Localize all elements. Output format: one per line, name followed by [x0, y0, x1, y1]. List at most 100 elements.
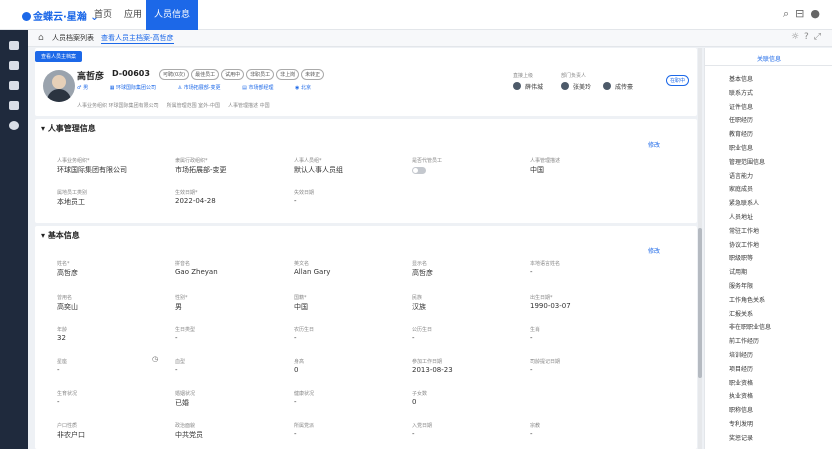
section-title[interactable]: ▾ 人事管理信息 [41, 123, 96, 134]
brand-logo-icon [22, 12, 31, 21]
search-icon[interactable]: ⌕ [783, 7, 795, 20]
related-item[interactable]: 教育经历 [729, 129, 753, 138]
nav-home[interactable]: 首页 [86, 0, 120, 30]
related-item[interactable]: 奖惩记录 [729, 433, 753, 442]
field-label: 人事管理描述 [530, 158, 561, 164]
clock-icon[interactable]: ◷ [152, 355, 158, 363]
hr2-name[interactable]: 成传豪 [615, 82, 633, 91]
related-item[interactable]: 紧急联系人 [729, 198, 759, 207]
field-value: - [530, 430, 533, 438]
related-item[interactable]: 任职经历 [729, 115, 753, 124]
field-value: - [412, 430, 415, 438]
field-value: - [294, 197, 297, 205]
related-item[interactable]: 常驻工作地 [729, 226, 759, 235]
related-item[interactable]: 执业资格 [729, 391, 753, 400]
tab-person-detail[interactable]: 查看人员主档案-高哲彦 [101, 33, 174, 44]
sidebar-settings-icon[interactable] [9, 121, 19, 130]
field-label: 星座 [57, 359, 68, 365]
hr1-name[interactable]: 张美玲 [573, 82, 591, 91]
related-item[interactable]: 协议工作地 [729, 240, 759, 249]
related-item[interactable]: 汇报关系 [729, 309, 753, 318]
field-label: 出生日期* [530, 295, 553, 301]
position-link[interactable]: ▤ 市场部经理 [242, 85, 283, 91]
field-value: Allan Gary [294, 268, 331, 276]
field-value: - [530, 366, 533, 374]
tag: 非职员工 [246, 69, 275, 80]
field-label: 年龄 [57, 327, 68, 333]
fullscreen-icon[interactable]: ⤢ [814, 32, 826, 42]
field-value: - [530, 334, 533, 342]
field-value: 市场拓展部-变更 [175, 166, 227, 174]
field-label: 人事人员组* [294, 158, 322, 164]
related-item[interactable]: 联系方式 [729, 88, 753, 97]
location: ◉ 北京 [295, 85, 312, 91]
sidebar-home-icon[interactable] [9, 41, 19, 50]
field-label: 婚姻状况 [175, 391, 196, 397]
related-item[interactable]: 证件信息 [729, 102, 753, 111]
field-label: 民族 [412, 295, 423, 301]
edit-button[interactable]: 修改 [648, 246, 660, 255]
bulb-icon[interactable]: ☼ [791, 32, 804, 42]
sidebar-app-icon[interactable] [9, 61, 19, 70]
user-avatar-icon[interactable]: ● [810, 7, 826, 20]
field-label: 隶属行政组织* [175, 158, 208, 164]
related-item[interactable]: 职称信息 [729, 405, 753, 414]
nav-apps[interactable]: 应用 [116, 0, 150, 30]
field-label: 健康状况 [294, 391, 315, 397]
related-item[interactable]: 工作角色关系 [729, 295, 765, 304]
scrollbar[interactable] [698, 48, 702, 449]
related-item[interactable]: 专利发明 [729, 419, 753, 428]
company-link[interactable]: ▦ 环球国际集团公司 [110, 85, 166, 91]
field-value: - [175, 334, 178, 342]
managed-toggle[interactable] [412, 167, 426, 174]
field-label: 性别* [175, 295, 188, 301]
related-item[interactable]: 前工作经历 [729, 336, 759, 345]
profile-footer: 人事业务组织 环球国际集团有限公司 所属管理范围 室外-中国 人事管理描述 中国 [77, 103, 270, 109]
field-label: 是否代管员工 [412, 158, 443, 164]
tag: 可聘(0次) [159, 69, 190, 80]
person-tags: 可聘(0次) 最佳员工 试用中 非职员工 非上岗 未转正 [159, 69, 326, 80]
tab-person-list[interactable]: 人员档案列表 [52, 33, 94, 43]
related-item[interactable]: 人员地址 [729, 212, 753, 221]
related-item[interactable]: 服务年限 [729, 281, 753, 290]
related-item[interactable]: 语言能力 [729, 171, 753, 180]
leader-name[interactable]: 薛伟城 [525, 82, 543, 91]
leader-avatar [513, 82, 521, 90]
field-value: - [412, 334, 415, 342]
main-content: 查看人员主档案 高哲彦 D-00603 可聘(0次) 最佳员工 试用中 非职员工 非上岗… [35, 48, 700, 449]
related-item[interactable]: 基本信息 [729, 74, 753, 83]
help-icon[interactable]: ? [804, 32, 814, 42]
related-item[interactable]: 家庭成员 [729, 184, 753, 193]
field-value: 环球国际集团有限公司 [57, 166, 127, 174]
lock-icon[interactable]: ⊟ [795, 7, 810, 20]
related-info-panel: 关联信息 基本信息 联系方式 证件信息 任职经历 教育经历 职业信息 管理范围信息 语言能力家… [704, 48, 832, 449]
field-label: 入党日期 [412, 423, 433, 429]
field-label: 身高 [294, 359, 305, 365]
field-label: 政治面貌 [175, 423, 196, 429]
related-item[interactable]: 非在职职业信息 [729, 322, 771, 331]
section-title[interactable]: ▾ 基本信息 [41, 230, 80, 241]
field-label: 曾用名 [57, 295, 73, 301]
nav-person-info[interactable]: 人员信息 [146, 0, 199, 30]
related-item[interactable]: 管理范围信息 [729, 157, 765, 166]
related-item[interactable]: 职级职等 [729, 253, 753, 262]
related-item[interactable]: 试用期 [729, 267, 747, 276]
related-item[interactable]: 项目经历 [729, 364, 753, 373]
related-item[interactable]: 培训经历 [729, 350, 753, 359]
field-label: 生日类型 [175, 327, 196, 333]
sidebar-stack-icon[interactable] [9, 81, 19, 90]
field-label: 宗教 [530, 423, 541, 429]
top-actions: ⌕⊟● [783, 7, 826, 21]
related-item[interactable]: 职业资格 [729, 378, 753, 387]
home-icon[interactable]: ⌂ [38, 33, 44, 43]
dept-link[interactable]: ♙ 市场拓展部-变更 [178, 85, 231, 91]
field-value: - [294, 430, 297, 438]
tag: 最佳员工 [191, 69, 220, 80]
hr-label: 部门负责人 [561, 73, 587, 79]
field-label: 属地员工类别 [57, 190, 88, 196]
field-label: 姓名* [57, 261, 70, 267]
related-item[interactable]: 职业信息 [729, 143, 753, 152]
sidebar-doc-icon[interactable] [9, 101, 19, 110]
edit-button[interactable]: 修改 [648, 140, 660, 149]
field-value: - [530, 268, 533, 276]
